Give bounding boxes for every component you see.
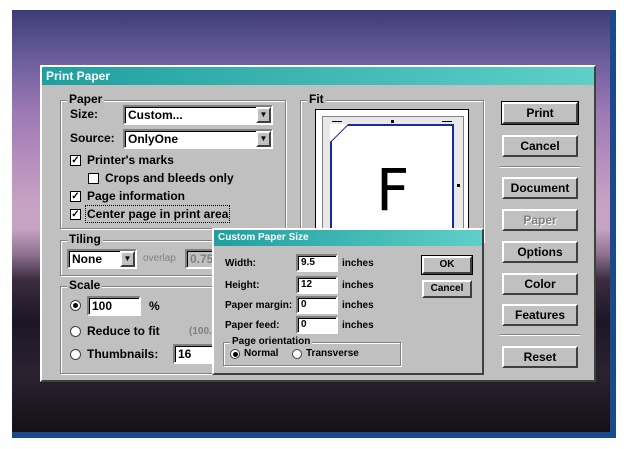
- center-page-checkbox[interactable]: ✓: [70, 209, 81, 220]
- page-info-checkbox[interactable]: ✓: [70, 191, 81, 202]
- thumbnails-radio[interactable]: [70, 349, 81, 360]
- thumbnails-input[interactable]: 16: [173, 344, 217, 364]
- crop-mark-top-left: [332, 121, 342, 122]
- size-select[interactable]: Custom... ▼: [123, 105, 273, 125]
- crops-bleeds-checkbox[interactable]: [88, 173, 99, 184]
- transverse-label[interactable]: Transverse: [306, 348, 359, 359]
- height-unit: inches: [342, 280, 374, 291]
- printers-marks-label[interactable]: Printer's marks: [87, 153, 174, 167]
- color-button[interactable]: Color: [502, 273, 578, 295]
- thumbnails-label[interactable]: Thumbnails:: [87, 347, 158, 361]
- options-button[interactable]: Options: [502, 241, 578, 263]
- paper-margin-unit: inches: [342, 300, 374, 311]
- source-label: Source:: [70, 131, 115, 145]
- tiling-select[interactable]: None ▼: [67, 249, 137, 269]
- custom-cancel-button[interactable]: Cancel: [422, 280, 472, 298]
- dialog-title[interactable]: Print Paper: [42, 67, 594, 85]
- normal-label[interactable]: Normal: [244, 348, 278, 359]
- size-select-value: Custom...: [128, 108, 183, 122]
- overlap-label: overlap: [143, 253, 176, 264]
- document-button[interactable]: Document: [502, 177, 578, 199]
- orientation-group: Page orientation Normal Transverse: [223, 336, 401, 366]
- normal-radio[interactable]: [230, 349, 240, 359]
- scale-percent-input[interactable]: 100: [87, 296, 141, 316]
- source-select[interactable]: OnlyOne ▼: [123, 129, 273, 149]
- paper-group: Paper Size: Custom... ▼ Source: OnlyOne …: [60, 92, 286, 229]
- print-button[interactable]: Print: [501, 101, 579, 125]
- printers-marks-checkbox[interactable]: ✓: [70, 155, 81, 166]
- fit-group: Fit F: [300, 92, 484, 242]
- paper-button[interactable]: Paper: [502, 209, 578, 231]
- paper-feed-input[interactable]: 0: [296, 316, 338, 334]
- page-preview: F: [315, 109, 469, 238]
- page-info-label[interactable]: Page information: [87, 189, 185, 203]
- chevron-down-icon[interactable]: ▼: [256, 107, 271, 123]
- scale-group-label: Scale: [67, 278, 103, 292]
- paper-margin-label: Paper margin:: [225, 300, 293, 311]
- reduce-to-fit-label[interactable]: Reduce to fit: [87, 324, 160, 338]
- ok-button[interactable]: OK: [421, 255, 473, 275]
- center-page-label[interactable]: Center page in print area: [84, 205, 231, 223]
- reg-mark-right: [457, 184, 460, 187]
- reduce-to-fit-radio[interactable]: [70, 326, 81, 337]
- custom-dialog-title[interactable]: Custom Paper Size: [214, 230, 482, 246]
- fit-group-label: Fit: [307, 92, 326, 106]
- separator: [500, 166, 580, 168]
- transverse-radio[interactable]: [292, 349, 302, 359]
- page-corner-fold-icon: [330, 124, 349, 143]
- paper-margin-input[interactable]: 0: [296, 296, 338, 314]
- page-outline: F: [330, 124, 454, 234]
- orientation-group-label: Page orientation: [230, 336, 313, 347]
- chevron-down-icon[interactable]: ▼: [120, 251, 135, 267]
- source-select-value: OnlyOne: [128, 132, 179, 146]
- paper-feed-unit: inches: [342, 320, 374, 331]
- paper-group-label: Paper: [67, 92, 105, 106]
- tiling-select-value: None: [72, 252, 102, 266]
- reset-button[interactable]: Reset: [502, 346, 578, 368]
- separator: [500, 334, 580, 336]
- chevron-down-icon[interactable]: ▼: [256, 131, 271, 147]
- cancel-button[interactable]: Cancel: [502, 135, 578, 157]
- preview-letter: F: [376, 156, 410, 224]
- width-label: Width:: [225, 258, 257, 269]
- percent-unit: %: [149, 299, 160, 313]
- width-input[interactable]: 9.5: [296, 254, 338, 272]
- custom-paper-size-dialog: Custom Paper Size Width: 9.5 inches Heig…: [212, 228, 484, 375]
- reg-mark-top: [391, 120, 394, 123]
- tiling-group-label: Tiling: [67, 232, 103, 246]
- width-unit: inches: [342, 258, 374, 269]
- screenshot-frame: Print Paper Paper Size: Custom... ▼ Sour…: [0, 0, 627, 449]
- paper-feed-label: Paper feed:: [225, 320, 280, 331]
- height-input[interactable]: 12: [296, 276, 338, 294]
- scale-percent-radio[interactable]: [70, 300, 81, 311]
- crop-mark-top-right: [442, 121, 452, 122]
- size-label: Size:: [70, 107, 99, 121]
- features-button[interactable]: Features: [502, 304, 578, 326]
- height-label: Height:: [225, 280, 260, 291]
- crops-bleeds-label[interactable]: Crops and bleeds only: [105, 171, 234, 185]
